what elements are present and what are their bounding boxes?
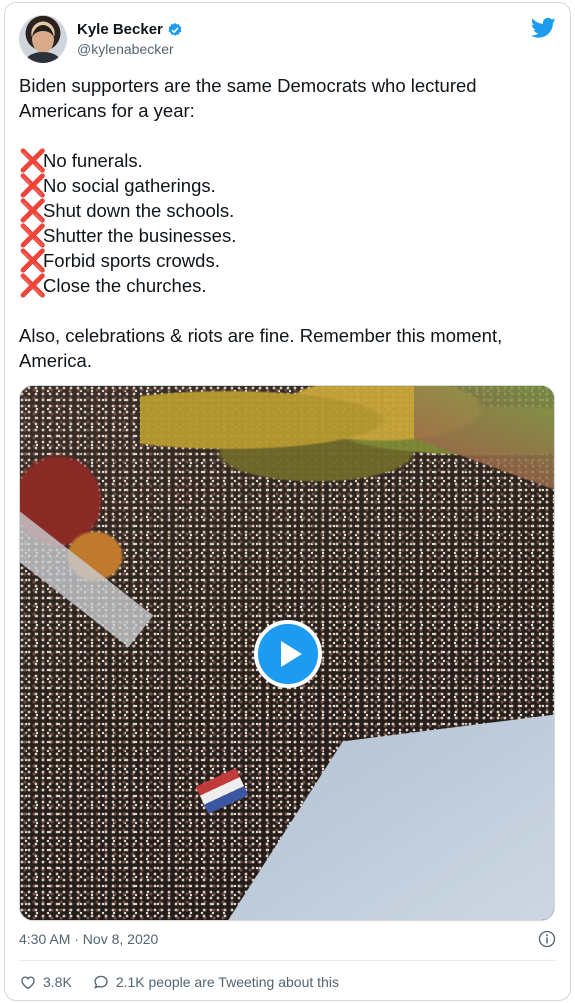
verified-badge-icon — [168, 22, 182, 36]
list-item-text: Forbid sports crowds. — [43, 250, 220, 271]
list-item: ❌ No funerals. — [19, 148, 554, 173]
list-item: ❌ Shutter the businesses. — [19, 223, 554, 248]
tweet-footer: 3.8K 2.1K people are Tweeting about this — [19, 973, 359, 991]
conversation-text: 2.1K people are Tweeting about this — [115, 974, 339, 990]
tweet-closing: Also, celebrations & riots are fine. Rem… — [19, 325, 503, 371]
play-icon — [280, 641, 302, 667]
cross-mark-icon: ❌ — [19, 223, 47, 248]
tweet-card: Kyle Becker @kylenabecker Biden supporte… — [4, 2, 571, 1001]
avatar-face — [32, 25, 54, 53]
lawn-image-area — [414, 386, 554, 506]
author-handle[interactable]: @kylenabecker — [77, 41, 174, 57]
cross-mark-icon: ❌ — [19, 198, 47, 223]
tweet-header: Kyle Becker @kylenabecker — [19, 11, 556, 67]
list-item-text: Shut down the schools. — [43, 200, 235, 221]
conversation-link[interactable]: 2.1K people are Tweeting about this — [92, 973, 339, 991]
divider — [19, 960, 556, 961]
author-display-name[interactable]: Kyle Becker — [77, 21, 163, 38]
list-item-text: Shutter the businesses. — [43, 225, 237, 246]
speech-bubble-icon — [94, 975, 108, 989]
cross-mark-icon: ❌ — [19, 248, 47, 273]
list-item: ❌ No social gatherings. — [19, 173, 554, 198]
heart-icon — [21, 976, 35, 990]
tweet-text: Biden supporters are the same Democrats … — [19, 73, 554, 373]
list-item: ❌ Forbid sports crowds. — [19, 248, 554, 273]
list-item-text: Close the churches. — [43, 275, 207, 296]
list-item: ❌ Shut down the schools. — [19, 198, 554, 223]
list-item-text: No funerals. — [43, 150, 143, 171]
avatar[interactable] — [19, 15, 67, 63]
cross-mark-icon: ❌ — [19, 173, 47, 198]
tweet-timestamp[interactable]: 4:30 AM · Nov 8, 2020 — [19, 931, 158, 947]
name-row: Kyle Becker — [77, 21, 183, 38]
tweet-intro: Biden supporters are the same Democrats … — [19, 75, 477, 121]
cross-mark-icon: ❌ — [19, 148, 47, 173]
cross-mark-icon: ❌ — [19, 273, 47, 298]
list-item-text: No social gatherings. — [43, 175, 216, 196]
twitter-bird-icon[interactable] — [531, 17, 556, 39]
avatar-shirt — [26, 52, 60, 63]
play-button[interactable] — [254, 620, 322, 688]
video-thumbnail[interactable] — [19, 385, 555, 921]
like-button[interactable]: 3.8K — [19, 973, 72, 991]
list-item: ❌ Close the churches. — [19, 273, 554, 298]
like-count: 3.8K — [43, 974, 72, 990]
info-icon[interactable] — [538, 930, 556, 948]
